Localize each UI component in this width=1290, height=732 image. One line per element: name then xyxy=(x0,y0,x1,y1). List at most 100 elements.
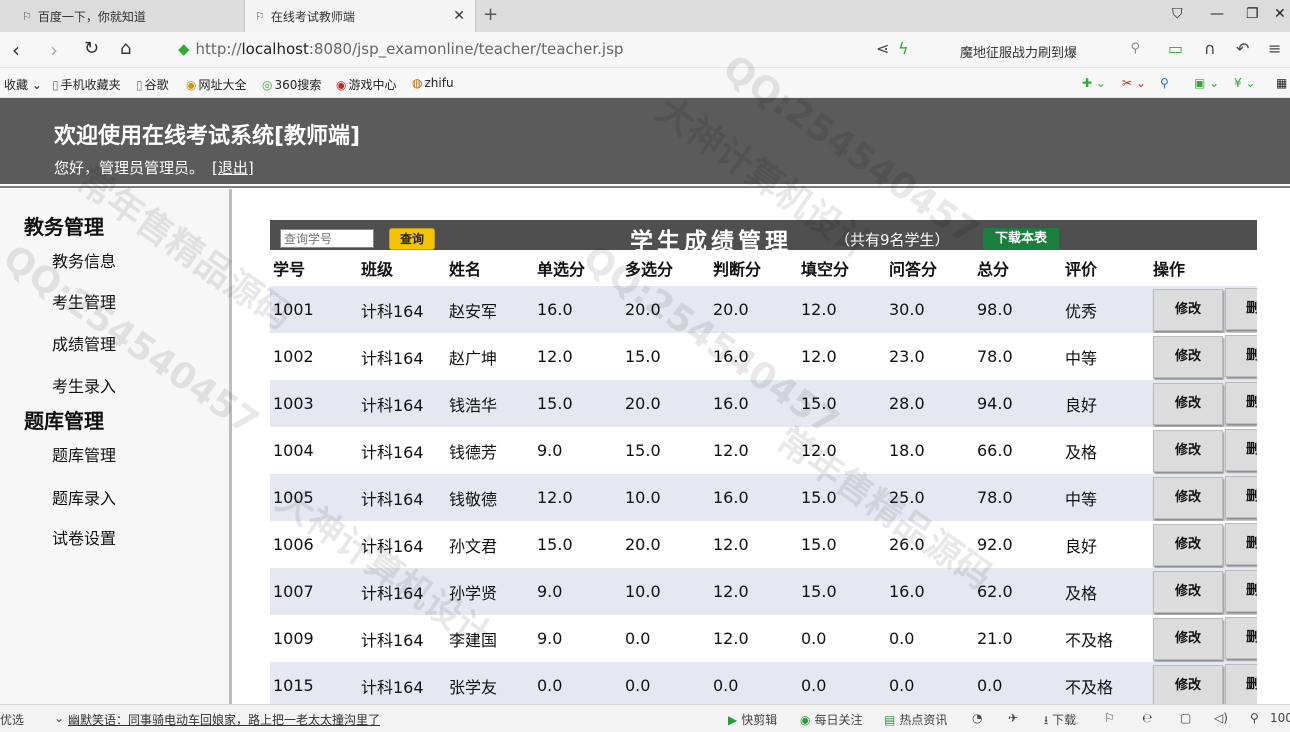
edit-button[interactable]: 修改 xyxy=(1153,429,1223,472)
gamepad-icon[interactable]: ▣ ⌄ xyxy=(1194,76,1219,90)
table-cell: 1005 xyxy=(270,474,358,521)
speed-icon[interactable]: ◔ xyxy=(972,711,982,725)
edit-button[interactable]: 修改 xyxy=(1153,288,1223,331)
edit-button[interactable]: 修改 xyxy=(1153,476,1223,519)
table-row: 1002 计科164 赵广坤 12.0 15.0 16.0 12.0 23.0 78.0 中等 修改… xyxy=(270,333,1257,380)
zoom-level[interactable]: 100 xyxy=(1270,711,1290,725)
news-icon: ▤ xyxy=(884,713,896,727)
browser-tab-active[interactable]: ⚐ 在线考试教师端 ✕ xyxy=(244,0,476,32)
browser-tab[interactable]: ⚐ 百度一下，你就知道 xyxy=(0,0,244,32)
sidebar-item-question-entry[interactable]: 题库录入 xyxy=(52,485,116,509)
student-id-search-input[interactable] xyxy=(280,229,374,248)
table-row: 1015计科164张学友0.00.00.00.00.00.0不及格修改删 xyxy=(270,662,1257,709)
ie-icon[interactable]: ℮ xyxy=(1142,711,1152,725)
close-tab-icon[interactable]: ✕ xyxy=(453,8,465,24)
menu-icon[interactable]: ≡ xyxy=(1268,39,1281,58)
bookmark-label: zhifu xyxy=(424,76,454,90)
url-field[interactable]: ◆ http://localhost:8080/jsp_examonline/te… xyxy=(178,40,623,58)
column-header: 姓名 xyxy=(446,250,534,286)
logout-link[interactable]: [退出] xyxy=(212,159,254,177)
close-window-icon[interactable]: ✕ xyxy=(1274,6,1286,22)
delete-button[interactable]: 删 xyxy=(1225,382,1257,424)
edit-button[interactable]: 修改 xyxy=(1153,570,1223,613)
pin-icon[interactable]: ✈ xyxy=(1008,711,1018,725)
headphones-icon[interactable]: ∩ xyxy=(1204,39,1216,58)
sidebar-item-academic-info[interactable]: 教务信息 xyxy=(52,248,116,272)
window-icon[interactable]: ▢ xyxy=(1180,711,1191,725)
bookmark-label: 网址大全 xyxy=(198,78,247,92)
user-greeting: 您好，管理员管理员。 [退出] xyxy=(54,157,254,178)
delete-button[interactable]: 删 xyxy=(1225,476,1257,518)
table-cell: 不及格 xyxy=(1062,662,1150,709)
edit-button[interactable]: 修改 xyxy=(1153,382,1223,425)
home-icon[interactable]: ⌂ xyxy=(120,38,131,59)
query-button[interactable]: 查询 xyxy=(389,228,435,250)
edit-button[interactable]: 修改 xyxy=(1153,617,1223,660)
table-row: 1004计科164钱德芳9.015.012.012.018.066.0及格修改删 xyxy=(270,427,1257,474)
download-table-button[interactable]: 下载本表 xyxy=(983,228,1059,250)
apps-icon[interactable]: ▦ xyxy=(1276,76,1287,90)
chevron-down-icon[interactable]: ⌄ xyxy=(54,711,64,725)
status-item[interactable]: ▶ 快剪辑 xyxy=(728,711,777,728)
edit-button[interactable]: 修改 xyxy=(1153,523,1223,566)
battery-icon[interactable]: ▭ xyxy=(1168,39,1183,58)
zoom-icon[interactable]: ⚲ xyxy=(1250,711,1259,725)
search-box[interactable]: 魔地征服战力刷到爆 ⚲ xyxy=(952,36,1148,64)
status-item[interactable]: ◉ 每日关注 xyxy=(800,711,863,728)
table-cell: 26.0 xyxy=(886,521,974,568)
maximize-icon[interactable]: ❐ xyxy=(1246,6,1259,22)
coupon-icon[interactable]: ¥ ⌄ xyxy=(1234,76,1256,90)
undo-icon[interactable]: ↶ xyxy=(1236,39,1249,58)
status-item-label: 每日关注 xyxy=(814,713,863,727)
share-icon[interactable]: ⋖ xyxy=(876,39,889,58)
bookmark-item[interactable]: ▯ 手机收藏夹 xyxy=(52,76,121,93)
reload-icon[interactable]: ↻ xyxy=(84,38,99,59)
bookmark-item[interactable]: ◍ zhifu xyxy=(412,76,454,90)
table-cell: 10.0 xyxy=(622,474,710,521)
delete-button[interactable]: 删 xyxy=(1225,288,1257,330)
news-ticker-link[interactable]: 幽默笑语：同事骑电动车回娘家，路上把一老太太撞沟里了 xyxy=(68,711,380,728)
status-left[interactable]: 优选 xyxy=(0,711,24,728)
table-cell: 1002 xyxy=(270,333,358,380)
delete-button[interactable]: 删 xyxy=(1225,664,1257,706)
table-cell: 15.0 xyxy=(798,568,886,615)
forward-icon[interactable]: › xyxy=(50,38,58,62)
table-cell: 12.0 xyxy=(710,521,798,568)
shirt-icon[interactable]: ⛉ xyxy=(1172,6,1183,22)
edit-button[interactable]: 修改 xyxy=(1153,664,1223,707)
bookmark-item[interactable]: ◉ 网址大全 xyxy=(186,76,247,93)
delete-button[interactable]: 删 xyxy=(1225,335,1257,377)
search-icon[interactable]: ⚲ xyxy=(1130,41,1140,56)
sound-icon[interactable]: ◁) xyxy=(1214,711,1228,725)
table-cell: 计科164 xyxy=(358,474,446,521)
sidebar-item-question-bank[interactable]: 题库管理 xyxy=(52,442,116,466)
sidebar-item-student-management[interactable]: 考生管理 xyxy=(52,289,116,313)
sidebar-item-paper-settings[interactable]: 试卷设置 xyxy=(52,525,116,549)
scissors-icon[interactable]: ✂ ⌄ xyxy=(1122,76,1146,90)
page-header: 欢迎使用在线考试系统[教师端] 您好，管理员管理员。 [退出] xyxy=(0,98,1290,184)
bookmark-item[interactable]: ▯ 谷歌 xyxy=(136,76,169,93)
status-item[interactable]: ⭳ 下载 xyxy=(1044,711,1076,732)
minimize-icon[interactable]: — xyxy=(1210,6,1224,22)
flag-icon[interactable]: ⚐ xyxy=(1104,711,1115,725)
delete-button[interactable]: 删 xyxy=(1225,617,1257,659)
sidebar-item-student-entry[interactable]: 考生录入 xyxy=(52,373,116,397)
bookmark-item[interactable]: 收藏 ⌄ xyxy=(4,76,42,93)
table-cell: 中等 xyxy=(1062,333,1150,380)
back-icon[interactable]: ‹ xyxy=(12,38,20,62)
bookmark-item[interactable]: ◉ 游戏中心 xyxy=(336,76,397,93)
table-cell: 18.0 xyxy=(886,427,974,474)
status-item[interactable]: ▤ 热点资讯 xyxy=(884,711,947,728)
sidebar-item-grade-management[interactable]: 成绩管理 xyxy=(52,331,116,355)
magnifier-icon[interactable]: ⚲ xyxy=(1160,76,1169,90)
edit-button[interactable]: 修改 xyxy=(1153,335,1223,378)
table-cell: 23.0 xyxy=(886,333,974,380)
delete-button[interactable]: 删 xyxy=(1225,523,1257,565)
bookmark-item[interactable]: ◎ 360搜索 xyxy=(262,76,321,93)
delete-button[interactable]: 删 xyxy=(1225,429,1257,471)
new-tab-icon[interactable]: + xyxy=(483,4,498,25)
table-cell: 计科164 xyxy=(358,521,446,568)
delete-button[interactable]: 删 xyxy=(1225,570,1257,612)
lightning-icon[interactable]: ϟ xyxy=(898,39,909,58)
extension-icon[interactable]: ✚ ⌄ xyxy=(1082,76,1106,90)
